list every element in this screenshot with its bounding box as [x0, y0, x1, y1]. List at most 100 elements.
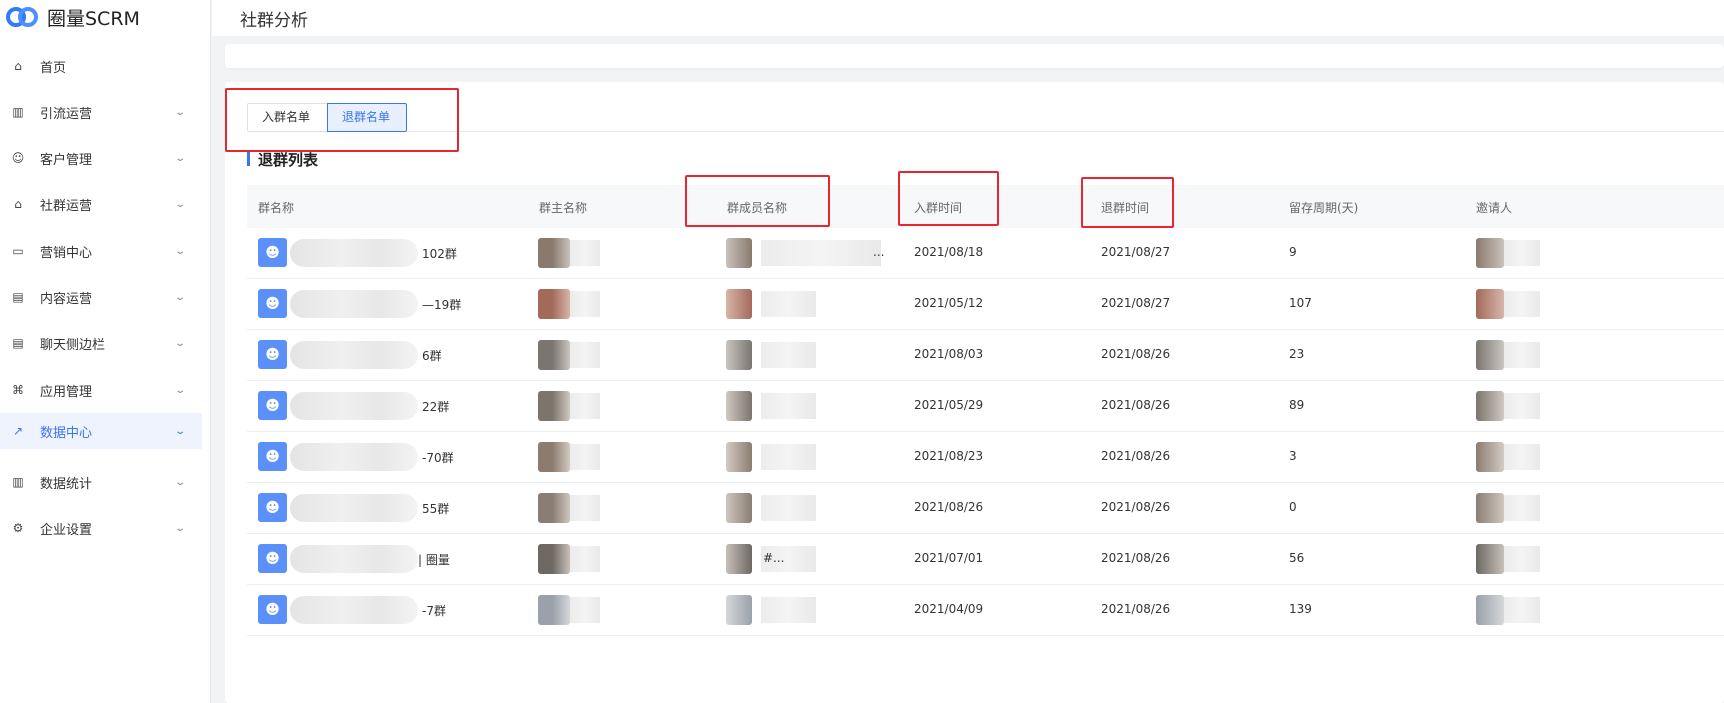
group-icon: ☻: [258, 238, 287, 267]
chevron-down-icon: ⌄: [174, 384, 187, 396]
table-row[interactable]: ☻ 55群 2021/08/26 2021/08/26 0: [247, 483, 1724, 534]
join-time: 2021/08/18: [914, 245, 984, 259]
leave-time: 2021/08/26: [1101, 398, 1171, 412]
redacted-owner-name: [570, 291, 600, 317]
table-row[interactable]: ☻ | 圈量 #... 2021/07/01 2021/08/26 56: [247, 534, 1724, 585]
redacted-inviter-name: [1504, 240, 1540, 266]
group-name: 22群: [422, 400, 450, 414]
group-icon: ☻: [258, 442, 287, 471]
redacted-member-name: [761, 291, 816, 317]
join-time: 2021/08/03: [914, 347, 984, 361]
table-row[interactable]: ☻ —19群 2021/05/12 2021/08/27 107: [247, 279, 1724, 330]
sidebar-item-8[interactable]: ↗ 数据中心 ⌄: [0, 413, 202, 449]
redacted-member-name: [761, 342, 816, 368]
sidebar-item-label: 首页: [40, 60, 67, 76]
member-avatar: [726, 238, 752, 268]
redacted-group-name: [290, 494, 418, 522]
group-name: -7群: [422, 604, 446, 618]
redacted-member-name: [761, 240, 881, 266]
sidebar-item-label: 企业设置: [40, 522, 93, 538]
redacted-group-name: [290, 239, 418, 267]
leave-time: 2021/08/26: [1101, 500, 1171, 514]
sidebar-item-label: 内容运营: [40, 291, 93, 307]
content-icon: ▤: [12, 290, 24, 304]
redacted-member-name: [761, 444, 816, 470]
sidebar-item-2[interactable]: ☺ 客户管理 ⌄: [0, 140, 202, 176]
annotation-box-tabs: [225, 88, 459, 152]
redacted-owner-name: [570, 597, 600, 623]
sidebar-item-4[interactable]: ▭ 营销中心 ⌄: [0, 233, 202, 269]
leave-time: 2021/08/26: [1101, 602, 1171, 616]
redacted-member-name: [761, 495, 816, 521]
community-icon: ⌂: [14, 197, 22, 211]
page-title: 社群分析: [240, 11, 308, 31]
join-time: 2021/07/01: [914, 551, 984, 565]
leave-time: 2021/08/26: [1101, 347, 1171, 361]
chevron-down-icon: ⌄: [174, 106, 187, 118]
member-name: ...: [873, 245, 885, 259]
leave-time: 2021/08/27: [1101, 296, 1171, 310]
customer-icon: ☺: [11, 151, 25, 165]
retention-days: 56: [1289, 551, 1305, 565]
table-row[interactable]: ☻ -70群 2021/08/23 2021/08/26 3: [247, 432, 1724, 483]
marketing-icon: ▭: [12, 244, 24, 258]
table-row[interactable]: ☻ 6群 2021/08/03 2021/08/26 23: [247, 330, 1724, 381]
retention-days: 0: [1289, 500, 1297, 514]
sidebar-item-label: 客户管理: [40, 152, 93, 168]
redacted-inviter-name: [1504, 393, 1540, 419]
redacted-group-name: [290, 545, 418, 573]
group-icon: ☻: [258, 289, 287, 318]
member-avatar: [726, 289, 752, 319]
sidebar-item-5[interactable]: ▤ 内容运营 ⌄: [0, 279, 202, 315]
table-row[interactable]: ☻ 102群... 2021/08/18 2021/08/27 9: [247, 228, 1724, 279]
group-name: —19群: [422, 298, 462, 312]
sidebar-item-9[interactable]: ▥ 数据统计 ⌄: [0, 464, 202, 500]
table-row[interactable]: ☻ -7群 2021/04/09 2021/08/26 139: [247, 585, 1724, 636]
leave-time: 2021/08/27: [1101, 245, 1171, 259]
retention-days: 139: [1289, 602, 1312, 616]
chevron-down-icon: ⌄: [174, 152, 187, 164]
inviter-avatar: [1476, 289, 1504, 319]
sidebar-item-label: 数据中心: [40, 425, 93, 441]
brand[interactable]: 圈量SCRM: [6, 2, 140, 32]
app-name: 圈量SCRM: [47, 7, 140, 30]
sidebar-item-label: 聊天侧边栏: [40, 337, 106, 353]
owner-avatar: [538, 595, 570, 625]
redacted-inviter-name: [1504, 597, 1540, 623]
sidebar-item-6[interactable]: ▤ 聊天侧边栏 ⌄: [0, 325, 202, 361]
sidebar-item-1[interactable]: ▥ 引流运营 ⌄: [0, 94, 202, 130]
sidebar: 圈量SCRM ⌂ 首页 ▥ 引流运营 ⌄ ☺ 客户管理 ⌄ ⌂ 社群运营 ⌄ ▭ 营销中心 ⌄ ▤ 内容运营 ⌄…: [0, 0, 211, 703]
group-icon: ☻: [258, 493, 287, 522]
sidebar-item-10[interactable]: ⚙ 企业设置 ⌄: [0, 510, 202, 546]
chevron-down-icon: ⌄: [174, 337, 187, 349]
sidebar-item-label: 应用管理: [40, 384, 93, 400]
inviter-avatar: [1476, 391, 1504, 421]
member-avatar: [726, 493, 752, 523]
member-name: #...: [763, 551, 785, 565]
retention-days: 23: [1289, 347, 1305, 361]
tabs-divider: [407, 131, 1724, 132]
redacted-inviter-name: [1504, 342, 1540, 368]
owner-avatar: [538, 289, 570, 319]
owner-avatar: [538, 238, 570, 268]
column-header-retention-days: 留存周期(天): [1289, 201, 1359, 215]
group-icon: ☻: [258, 391, 287, 420]
owner-avatar: [538, 442, 570, 472]
redacted-group-name: [290, 290, 418, 318]
redacted-owner-name: [570, 495, 600, 521]
join-time: 2021/04/09: [914, 602, 984, 616]
group-name: 102群: [422, 247, 457, 261]
member-avatar: [726, 544, 752, 574]
chevron-down-icon: ⌄: [174, 476, 187, 488]
sidebar-item-7[interactable]: ⌘ 应用管理 ⌄: [0, 372, 202, 408]
inviter-avatar: [1476, 595, 1504, 625]
join-time: 2021/08/26: [914, 500, 984, 514]
sidebar-item-0[interactable]: ⌂ 首页: [0, 48, 202, 84]
redacted-group-name: [290, 443, 418, 471]
chevron-down-icon: ⌄: [174, 291, 187, 303]
chat-sidebar-icon: ▤: [12, 336, 24, 350]
column-header-group-name: 群名称: [258, 201, 295, 215]
sidebar-item-3[interactable]: ⌂ 社群运营 ⌄: [0, 186, 202, 222]
table-row[interactable]: ☻ 22群 2021/05/29 2021/08/26 89: [247, 381, 1724, 432]
page-header: 社群分析: [212, 0, 1724, 36]
